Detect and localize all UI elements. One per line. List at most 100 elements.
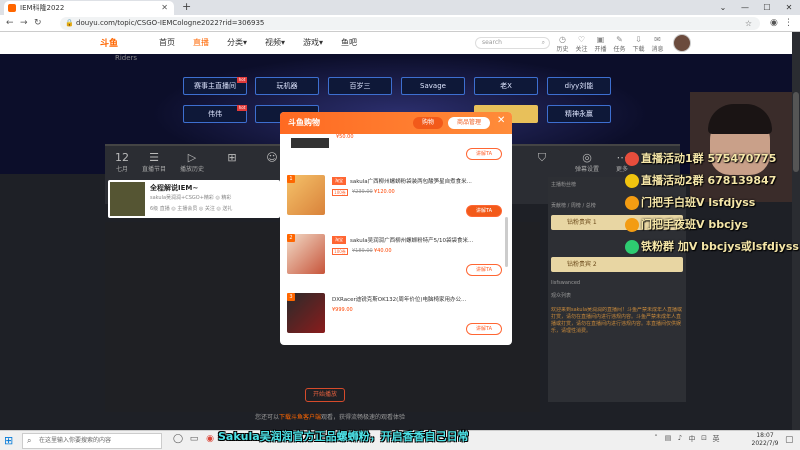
explain-button[interactable]: 讲解TA bbox=[466, 264, 502, 276]
wechat-icon bbox=[625, 240, 639, 254]
history-button[interactable]: ◷ 历史 bbox=[553, 35, 572, 53]
history-play-button[interactable]: ▷ 播放历史 bbox=[175, 151, 209, 173]
input-mode-icon[interactable]: ⊡ bbox=[698, 434, 710, 444]
tab-search-icon[interactable]: ⌄ bbox=[712, 0, 734, 15]
search-icon[interactable]: ⌕ bbox=[542, 38, 545, 48]
task-view-icon[interactable]: ◯ bbox=[170, 434, 186, 444]
qq-group-line: 门把手白班V lsfdjyss bbox=[625, 194, 800, 210]
product-name[interactable]: sakula吴润润广西柳州螺蛳粉特产5/10袋袋食米... bbox=[350, 236, 500, 244]
tag-savage[interactable]: Savage bbox=[401, 77, 465, 95]
close-window-button[interactable]: ✕ bbox=[778, 0, 800, 15]
tag-jingshen[interactable]: 精神永赢 bbox=[547, 105, 611, 123]
tag-diyy[interactable]: diyy刘能 bbox=[547, 77, 611, 95]
start-play-button[interactable]: 开始播放 bbox=[305, 388, 345, 402]
lang-icon[interactable]: 英 bbox=[710, 434, 722, 444]
program-icon: ☰ bbox=[149, 151, 159, 164]
menu-dots-icon[interactable]: ⋮ bbox=[784, 17, 793, 29]
tag-baisuisan[interactable]: 百岁三 bbox=[328, 77, 392, 95]
viewer-list[interactable]: 观众列表 bbox=[551, 292, 683, 299]
live-icon: ▣ bbox=[596, 35, 605, 44]
product-name[interactable]: DXRacer迪锐克斯OK132(周年价位)电脑椅家用办公... bbox=[332, 295, 482, 303]
multitask-icon[interactable]: ▭ bbox=[186, 434, 202, 444]
product-name[interactable]: sakula广西柳州螺蛳粉袋装两包酸笋星自煮食米... bbox=[350, 177, 500, 185]
taskbar-clock[interactable]: 18:07 2022/7/9 bbox=[745, 432, 785, 448]
explain-button[interactable]: 讲解TA bbox=[466, 323, 502, 335]
barrage-icon: ◎ bbox=[582, 151, 592, 164]
nav-live[interactable]: 直播 bbox=[184, 32, 218, 54]
nav-video[interactable]: 视频▾ bbox=[256, 32, 294, 54]
clock-time: 18:07 bbox=[756, 432, 774, 439]
explain-button[interactable]: 讲解TA bbox=[466, 205, 502, 217]
reload-icon[interactable]: ↻ bbox=[34, 17, 42, 29]
network-icon[interactable]: ▤ bbox=[662, 434, 674, 444]
nav-home[interactable]: 首页 bbox=[150, 32, 184, 54]
bookmark-star-icon[interactable]: ☆ bbox=[745, 17, 752, 30]
qq-icon bbox=[625, 174, 639, 188]
product-item: 3 DXRacer迪锐克斯OK132(周年价位)电脑椅家用办公... ¥999.… bbox=[284, 293, 504, 345]
explain-button[interactable]: 讲解TA bbox=[466, 148, 502, 160]
user-avatar[interactable] bbox=[673, 34, 691, 52]
minimize-button[interactable]: — bbox=[734, 0, 756, 15]
tag-wanjiqi[interactable]: 玩机器 bbox=[255, 77, 319, 95]
qq-group-line: 直播活动1群 575470775 bbox=[625, 150, 800, 166]
anchor-card[interactable]: 全程解说IEM~ sakula吴润润+CSGO+精彩 ◎ 精彩 6级 直播 ◎ … bbox=[108, 180, 280, 218]
toolbar-item[interactable]: ⛉ bbox=[525, 151, 559, 165]
product-number: 2 bbox=[287, 234, 295, 242]
download-client-link[interactable]: 下载斗鱼客户端 bbox=[279, 414, 321, 421]
search-icon: ⌕ bbox=[27, 436, 32, 445]
program-button[interactable]: ☰ 直播节目 bbox=[137, 151, 171, 173]
site-header: 斗鱼 首页 直播 分类▾ 视频▾ 游戏▾ 鱼吧 search ⌕ ◷ 历史 ♡ 关注… bbox=[0, 32, 792, 54]
nav-category[interactable]: 分类▾ bbox=[218, 32, 256, 54]
chat-user[interactable]: lisfswanced bbox=[551, 280, 683, 286]
site-search-input[interactable]: search ⌕ bbox=[475, 37, 550, 49]
original-price: ¥189.00 bbox=[352, 248, 373, 254]
follow-button[interactable]: ♡ 关注 bbox=[572, 35, 591, 53]
qq-icon bbox=[625, 196, 639, 210]
wechat-group-line: 铁粉群 加V bbcjys或lsfdjyss bbox=[625, 238, 800, 254]
gift-button[interactable]: ⊞ bbox=[215, 151, 249, 164]
coupon-badge: 100券 bbox=[332, 189, 348, 196]
barrage-settings-button[interactable]: ◎ 弹幕设置 bbox=[570, 151, 604, 173]
url-input[interactable]: 🔒 douyu.com/topic/CSGO-IEMCologne2022?ri… bbox=[60, 17, 760, 30]
profile-icon[interactable]: ◉ bbox=[770, 17, 778, 29]
cart-button[interactable]: 购物 bbox=[413, 117, 443, 129]
history-icon: ◷ bbox=[559, 35, 566, 44]
original-price: ¥239.00 bbox=[352, 189, 373, 195]
message-button[interactable]: ✉ 消息 bbox=[648, 35, 667, 53]
close-tab-icon[interactable]: ✕ bbox=[161, 1, 168, 15]
nav-fishbar[interactable]: 鱼吧 bbox=[332, 32, 366, 54]
address-bar-row: ← → ↻ 🔒 douyu.com/topic/CSGO-IEMCologne2… bbox=[0, 15, 800, 32]
douyu-favicon-icon bbox=[8, 4, 16, 12]
back-icon[interactable]: ← bbox=[6, 17, 14, 29]
download-icon: ⇩ bbox=[635, 35, 642, 44]
manage-products-button[interactable]: 商品管理 bbox=[448, 117, 490, 129]
product-item: 1 淘宝 sakula广西柳州螺蛳粉袋装两包酸笋星自煮食米... 100券 ¥2… bbox=[284, 175, 504, 231]
product-image bbox=[291, 138, 329, 148]
user-toolbar: ◷ 历史 ♡ 关注 ▣ 开播 ✎ 任务 ⇩ 下载 ✉ 消息 bbox=[553, 35, 667, 53]
tray-up-icon[interactable]: ˄ bbox=[650, 434, 662, 444]
ime-icon[interactable]: 中 bbox=[686, 434, 698, 444]
chrome-icon[interactable]: ◉ bbox=[202, 434, 218, 444]
volume-icon[interactable]: ♪ bbox=[674, 434, 686, 444]
forward-icon[interactable]: → bbox=[20, 17, 28, 29]
browser-tab-bar: IEM科隆2022 ✕ + ⌄ — ☐ ✕ bbox=[0, 0, 800, 15]
start-live-button[interactable]: ▣ 开播 bbox=[591, 35, 610, 53]
message-icon: ✉ bbox=[654, 35, 661, 44]
new-tab-button[interactable]: + bbox=[182, 0, 191, 14]
browser-tab[interactable]: IEM科隆2022 ✕ bbox=[4, 1, 174, 15]
modal-title: 斗鱼购物 bbox=[288, 118, 320, 127]
tag-laox[interactable]: 老X bbox=[474, 77, 538, 95]
modal-scrollbar[interactable] bbox=[505, 217, 508, 267]
task-button[interactable]: ✎ 任务 bbox=[610, 35, 629, 53]
maximize-button[interactable]: ☐ bbox=[756, 0, 778, 15]
notification-icon[interactable]: ▢ bbox=[785, 435, 794, 445]
qq-icon bbox=[625, 152, 639, 166]
douyu-logo[interactable]: 斗鱼 bbox=[100, 36, 118, 49]
close-icon[interactable]: ✕ bbox=[497, 115, 505, 126]
gift-icon: ⊞ bbox=[227, 151, 237, 164]
nav-games[interactable]: 游戏▾ bbox=[294, 32, 332, 54]
windows-start-icon[interactable]: ⊞ bbox=[4, 434, 13, 447]
download-button[interactable]: ⇩ 下载 bbox=[629, 35, 648, 53]
taskbar-search-input[interactable]: ⌕ 在这里输入你要搜索的内容 bbox=[22, 433, 162, 449]
taobao-tag: 淘宝 bbox=[332, 177, 346, 185]
